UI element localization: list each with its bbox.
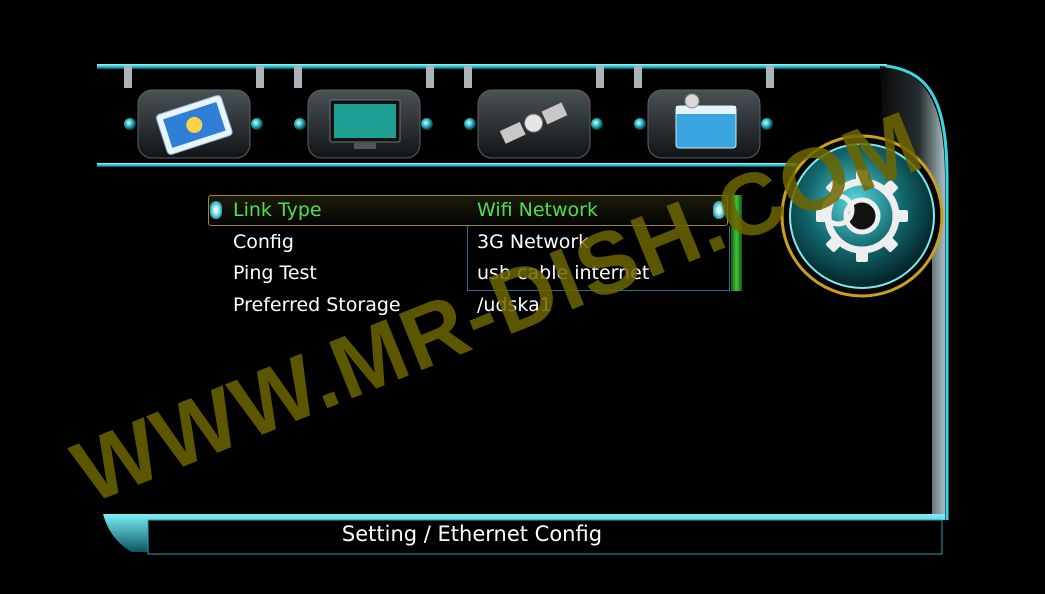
menu-item-link-type[interactable]: Link Type Wifi Network	[233, 195, 733, 225]
breadcrumb: Setting / Ethernet Config	[341, 522, 603, 546]
link-type-option-3g[interactable]: 3G Network	[477, 227, 589, 257]
screen: Link Type Wifi Network Config 3G Network…	[0, 0, 1045, 594]
selection-left-cap-icon	[210, 201, 222, 219]
menu-item-label: Ping Test	[233, 262, 317, 284]
menu-item-label: Config	[233, 231, 294, 253]
menu-item-label: Link Type	[233, 199, 322, 221]
menu-item-preferred-storage[interactable]: Preferred Storage /udska1	[233, 290, 733, 320]
menu-item-ping-test[interactable]: Ping Test usb cable internet	[233, 258, 733, 288]
menu-item-config[interactable]: Config 3G Network	[233, 227, 733, 257]
link-type-option-wifi[interactable]: Wifi Network	[477, 195, 598, 225]
link-type-option-usb-cable[interactable]: usb cable internet	[477, 258, 649, 288]
menu-item-label: Preferred Storage	[233, 294, 401, 316]
preferred-storage-value: /udska1	[477, 294, 552, 316]
